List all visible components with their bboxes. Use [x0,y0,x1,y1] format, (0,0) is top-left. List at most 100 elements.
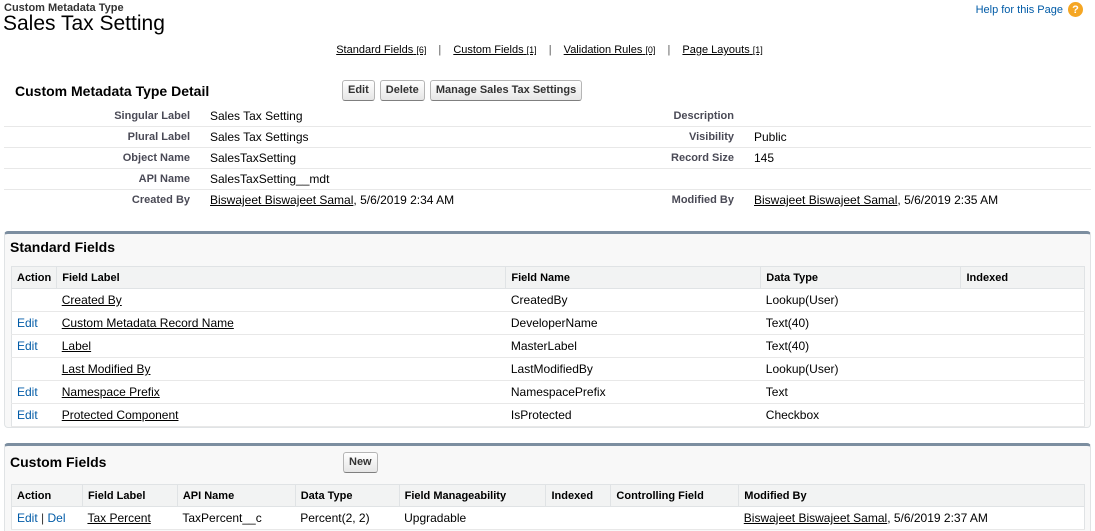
row-edit-link[interactable]: Edit [11,311,57,335]
table-row: Edit Label MasterLabel Text(40) [11,334,1085,358]
col-field-label[interactable]: Field Label [81,484,178,507]
row-edit-link[interactable]: Edit [11,380,57,404]
field-label-link[interactable]: Label [62,339,91,353]
created-by-label: Created By [131,194,190,206]
created-by-user-link[interactable]: Biswajeet Biswajeet Samal [210,193,353,207]
help-question-icon[interactable]: ? [1068,2,1083,17]
manageability-cell: Upgradable [399,506,546,530]
field-name-cell: LastModifiedBy [505,357,761,381]
data-type-cell: Checkbox [760,403,961,427]
edit-link[interactable]: Edit [17,511,38,525]
indexed-cell [545,506,611,530]
standard-fields-table: Action Field Label Field Name Data Type … [10,266,1085,427]
detail-title: Custom Metadata Type Detail [15,83,210,99]
col-indexed[interactable]: Indexed [960,266,1085,289]
action-separator: | [37,511,48,525]
col-action: Action [11,484,83,507]
delete-button[interactable]: Delete [379,80,425,101]
visibility-label: Visibility [688,131,734,143]
detail-row: Object Name SalesTaxSetting Record Size … [4,148,1091,169]
detail-row: Singular Label Sales Tax Setting Descrip… [4,106,1091,127]
field-label-link[interactable]: Last Modified By [62,362,151,376]
row-edit-link[interactable]: Edit [11,403,57,427]
col-field-label[interactable]: Field Label [56,266,507,289]
table-row: Last Modified By LastModifiedBy Lookup(U… [11,357,1085,381]
edit-button[interactable]: Edit [342,80,375,101]
data-type-cell: Percent(2, 2) [295,506,400,530]
field-label-link[interactable]: Created By [62,293,122,307]
col-indexed[interactable]: Indexed [545,484,612,507]
custom-fields-title: Custom Fields [10,454,107,470]
controlling-field-cell [610,506,739,530]
col-data-type[interactable]: Data Type [760,266,962,289]
field-name-cell: IsProtected [505,403,761,427]
field-label-link[interactable]: Namespace Prefix [62,385,160,399]
data-type-cell: Text [760,380,961,404]
link-separator: | [667,44,671,56]
object-name-label: Object Name [122,152,190,164]
singular-label-value: Sales Tax Setting [210,109,303,123]
manage-settings-button[interactable]: Manage Sales Tax Settings [429,80,583,101]
row-edit-link[interactable] [11,357,57,381]
detail-row: API Name SalesTaxSetting__mdt [4,169,1091,190]
indexed-cell [960,380,1085,404]
api-name-label: API Name [138,173,190,185]
custom-fields-section: Custom Fields New Action Field Label API… [4,443,1091,531]
description-label: Description [673,110,734,122]
modified-date: , 5/6/2019 2:37 AM [887,511,988,525]
related-link-custom-fields[interactable]: Custom Fields [1] [453,44,536,56]
field-label-link[interactable]: Protected Component [62,408,179,422]
col-controlling-field[interactable]: Controlling Field [610,484,740,507]
field-name-cell: DeveloperName [505,311,761,335]
data-type-cell: Text(40) [760,311,961,335]
row-edit-link[interactable] [11,288,57,312]
field-name-cell: CreatedBy [505,288,761,312]
table-row: Edit Namespace Prefix NamespacePrefix Te… [11,380,1085,404]
table-row: Edit Custom Metadata Record Name Develop… [11,311,1085,335]
related-link-validation-rules[interactable]: Validation Rules [0] [564,44,656,56]
created-by-value: Biswajeet Biswajeet Samal, 5/6/2019 2:34… [210,193,454,207]
related-link-standard-fields[interactable]: Standard Fields [6] [336,44,426,56]
detail-row: Plural Label Sales Tax Settings Visibili… [4,127,1091,148]
modified-by-user-link[interactable]: Biswajeet Biswajeet Samal [754,193,897,207]
row-edit-link[interactable]: Edit [11,334,57,358]
table-header-row: Action Field Label API Name Data Type Fi… [11,484,1085,507]
object-name-value: SalesTaxSetting [210,151,297,165]
new-field-button[interactable]: New [343,452,378,473]
related-link-page-layouts[interactable]: Page Layouts [1] [682,44,762,56]
data-type-cell: Text(40) [760,334,961,358]
field-name-cell: NamespacePrefix [505,380,761,404]
field-label-link[interactable]: Custom Metadata Record Name [62,316,234,330]
indexed-cell [960,334,1085,358]
modified-by-value: Biswajeet Biswajeet Samal, 5/6/2019 2:35… [754,193,998,207]
detail-section: Custom Metadata Type Detail Edit Delete … [4,80,1091,211]
page-title: Sales Tax Setting [3,12,165,35]
record-size-label: Record Size [671,152,734,164]
col-field-manageability[interactable]: Field Manageability [398,484,547,507]
modified-by-date: , 5/6/2019 2:35 AM [897,193,999,207]
data-type-cell: Lookup(User) [760,288,961,312]
indexed-cell [960,288,1085,312]
singular-label-label: Singular Label [114,110,190,122]
help-link[interactable]: Help for this Page ? [976,2,1083,17]
custom-fields-table: Action Field Label API Name Data Type Fi… [11,484,1085,530]
indexed-cell [960,311,1085,335]
col-data-type[interactable]: Data Type [294,484,400,507]
field-label-link[interactable]: Tax Percent [87,511,150,525]
col-modified-by[interactable]: Modified By [738,484,1085,507]
plural-label-value: Sales Tax Settings [210,130,309,144]
link-separator: | [438,44,442,56]
col-api-name[interactable]: API Name [176,484,296,507]
indexed-cell [960,403,1085,427]
created-by-date: , 5/6/2019 2:34 AM [353,193,455,207]
standard-fields-title: Standard Fields [10,239,116,255]
modified-by-user-link[interactable]: Biswajeet Biswajeet Samal [744,511,887,525]
help-label[interactable]: Help for this Page [976,4,1063,16]
col-field-name[interactable]: Field Name [505,266,762,289]
plural-label-label: Plural Label [127,131,190,143]
api-name-value: SalesTaxSetting__mdt [210,172,330,186]
modified-by-cell: Biswajeet Biswajeet Samal, 5/6/2019 2:37… [738,506,1085,530]
delete-link[interactable]: Del [47,511,65,525]
table-row: Edit | Del Tax Percent TaxPercent__c Per… [11,506,1085,530]
record-size-value: 145 [754,151,775,165]
